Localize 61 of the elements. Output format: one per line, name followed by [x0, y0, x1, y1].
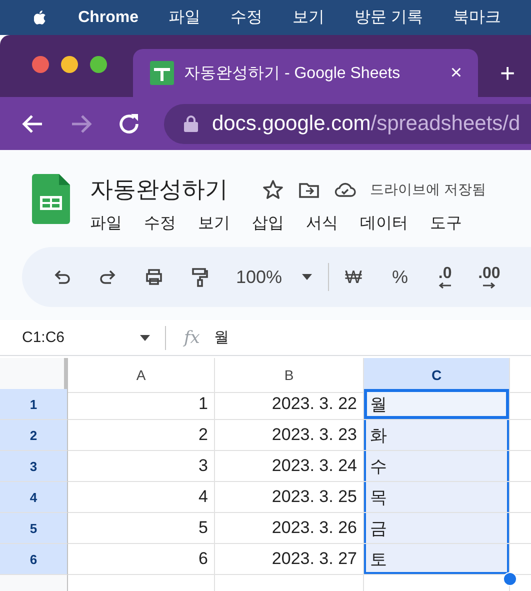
caret-icon[interactable]: [302, 274, 312, 280]
function-label: fx: [184, 328, 200, 348]
table-cell: 목: [364, 482, 510, 513]
percent-button[interactable]: %: [392, 266, 408, 288]
menu-item[interactable]: 파일: [90, 213, 122, 234]
maximize-button[interactable]: [90, 56, 107, 73]
close-button[interactable]: [32, 56, 49, 73]
table-cell: 5: [68, 513, 215, 544]
menu-item[interactable]: 삽입: [252, 213, 284, 234]
table-cell: 3: [68, 451, 215, 482]
new-tab-button[interactable]: +: [478, 58, 516, 97]
left-arrow-icon: [438, 282, 452, 288]
menu-item[interactable]: 방문 기록: [354, 7, 423, 28]
fill-handle[interactable]: [503, 572, 517, 586]
table-cell: 토: [364, 544, 510, 575]
table-cell: 2: [68, 420, 215, 451]
row-header[interactable]: 4: [0, 482, 68, 513]
menu-item[interactable]: 도구: [430, 213, 462, 234]
column-header[interactable]: A: [68, 358, 215, 393]
table-cell: 화: [364, 420, 510, 451]
caret-icon[interactable]: [140, 334, 150, 340]
row-header[interactable]: 2: [0, 420, 68, 451]
menu-item[interactable]: 수정: [230, 7, 263, 28]
decrease-decimal-button[interactable]: .0: [438, 266, 452, 288]
menu-item[interactable]: 보기: [198, 213, 230, 234]
table-cell: 수: [364, 451, 510, 482]
address-bar[interactable]: docs.google.com/spreadsheets/d: [164, 104, 531, 144]
formula-input[interactable]: 월: [214, 328, 229, 347]
name-box[interactable]: C1:C6: [0, 329, 140, 346]
tab-close-button[interactable]: ×: [450, 62, 462, 84]
row-header[interactable]: 1: [0, 389, 68, 420]
lock-icon: [184, 115, 198, 132]
sheets-logo[interactable]: [32, 174, 70, 224]
paint-roller-icon[interactable]: [190, 267, 210, 287]
save-status: 드라이브에 저장됨: [370, 180, 486, 198]
star-icon[interactable]: [262, 178, 284, 200]
zoom-select[interactable]: 100%: [236, 266, 282, 288]
menu-item[interactable]: 보기: [292, 7, 325, 28]
column-header[interactable]: B: [215, 358, 364, 393]
table-cell: 4: [68, 482, 215, 513]
document-title[interactable]: 자동완성하기: [90, 174, 228, 205]
table-cell: 6: [68, 544, 215, 575]
row-header[interactable]: 3: [0, 451, 68, 482]
table-cell: 금: [364, 513, 510, 544]
table-cell: 1: [68, 389, 215, 420]
app-menu[interactable]: Chrome: [78, 8, 139, 26]
menu-item[interactable]: 서식: [306, 213, 338, 234]
menu-item[interactable]: 데이터: [360, 213, 408, 234]
row-header[interactable]: 5: [0, 513, 68, 544]
sheets-icon: [150, 61, 174, 85]
table-cell: 월: [364, 389, 510, 420]
print-icon[interactable]: [144, 267, 164, 287]
currency-button[interactable]: ₩: [345, 266, 362, 288]
menu-item[interactable]: 북마크: [453, 7, 501, 28]
menu-item[interactable]: 수정: [144, 213, 176, 234]
minimize-button[interactable]: [61, 56, 78, 73]
menu-item[interactable]: 파일: [168, 7, 201, 28]
row-header[interactable]: 6: [0, 544, 68, 575]
browser-tab[interactable]: 자동완성하기 - Google Sheets ×: [133, 49, 478, 97]
right-arrow-icon: [482, 282, 496, 288]
increase-decimal-button[interactable]: .00: [478, 266, 500, 288]
